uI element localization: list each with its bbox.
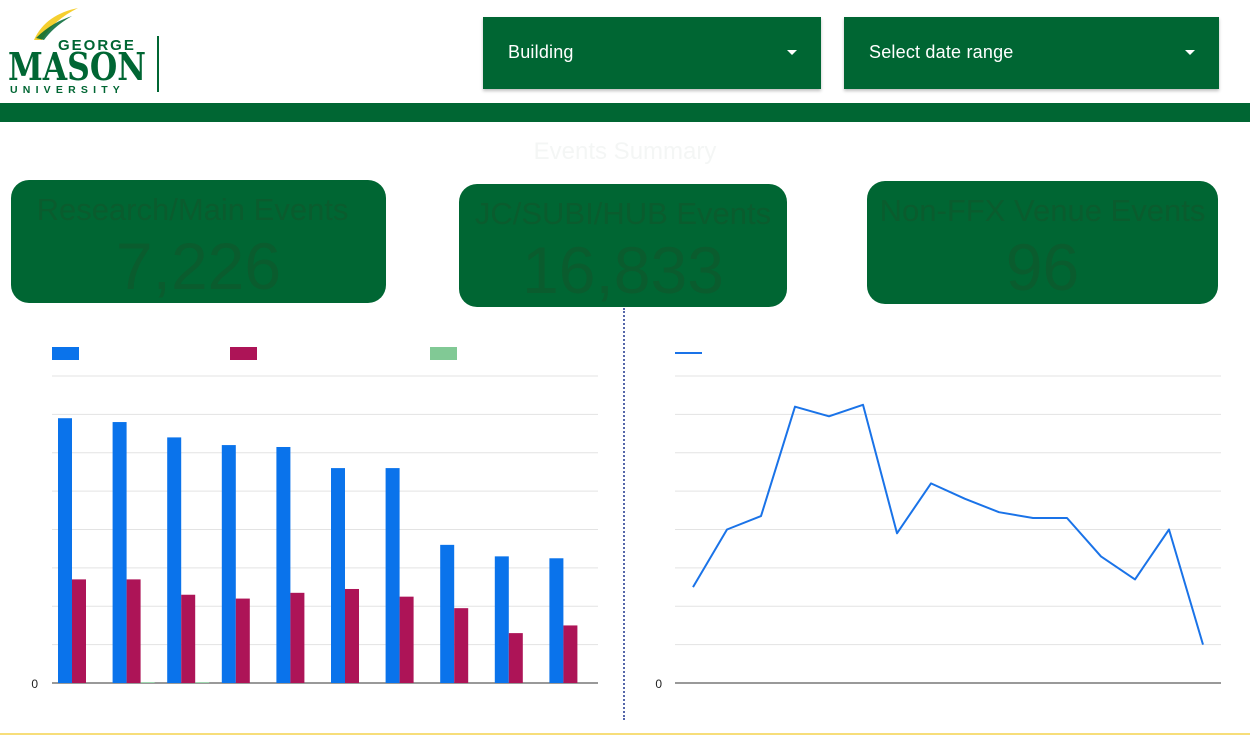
- bar: [167, 437, 182, 683]
- bar: [508, 633, 523, 683]
- bar: [345, 588, 359, 683]
- series-line: [692, 403, 1204, 645]
- kpi-value: 96: [1005, 230, 1080, 304]
- kpi-label: Non-FFX Venue Events: [879, 193, 1206, 228]
- chevron-down-icon: [787, 50, 797, 55]
- legend-swatch: [430, 347, 457, 360]
- legend-swatch: [230, 347, 257, 360]
- date-range-dropdown-label: Select date range: [869, 42, 1014, 62]
- bar: [235, 598, 250, 683]
- george-mason-logo: GEORGE MASON UNIVERSITY: [8, 8, 146, 96]
- footer-line: [0, 733, 1250, 735]
- bar: [140, 682, 155, 683]
- chart-divider: [623, 308, 625, 720]
- date-range-dropdown[interactable]: Select date range: [844, 17, 1219, 89]
- kpi-card-non-ffx: Non-FFX Venue Events 96: [867, 181, 1218, 304]
- legend-swatch: [52, 347, 79, 360]
- bar: [112, 422, 127, 683]
- logo-text-main: MASON: [8, 44, 146, 89]
- kpi-value: 16,833: [522, 233, 724, 307]
- bar: [221, 445, 236, 683]
- building-dropdown-label: Building: [508, 42, 574, 62]
- bar: [440, 544, 455, 683]
- y-tick-label: 0: [31, 677, 38, 691]
- bar: [494, 556, 509, 683]
- bar: [385, 468, 400, 683]
- bar: [58, 418, 72, 683]
- building-dropdown[interactable]: Building: [483, 17, 821, 89]
- kpi-value: 7,226: [115, 229, 282, 303]
- bar: [549, 558, 564, 683]
- kpi-label: Research/Main Events: [36, 192, 349, 227]
- logo-text-bottom: UNIVERSITY: [10, 84, 125, 96]
- bar-chart: 0: [31, 347, 598, 691]
- kpi-label: JC/SUBI/HUB Events: [474, 196, 772, 231]
- line-chart: 0: [655, 352, 1221, 691]
- kpi-card-research-main: Research/Main Events 7,226: [11, 180, 386, 303]
- bar: [181, 594, 196, 683]
- y-tick-label: 0: [655, 677, 662, 691]
- chevron-down-icon: [1185, 50, 1195, 55]
- bar: [126, 579, 141, 683]
- bar: [563, 625, 578, 683]
- bar: [399, 596, 414, 683]
- bar: [276, 446, 291, 683]
- bar: [72, 579, 86, 683]
- header-green-bar: [0, 103, 1250, 122]
- kpi-card-jc-subi-hub: JC/SUBI/HUB Events 16,833: [459, 184, 787, 307]
- bar: [454, 608, 469, 683]
- section-title: Events Summary: [533, 138, 717, 165]
- bar: [195, 682, 210, 683]
- bar: [290, 592, 305, 683]
- logo-divider: [157, 36, 159, 92]
- bar: [331, 468, 345, 683]
